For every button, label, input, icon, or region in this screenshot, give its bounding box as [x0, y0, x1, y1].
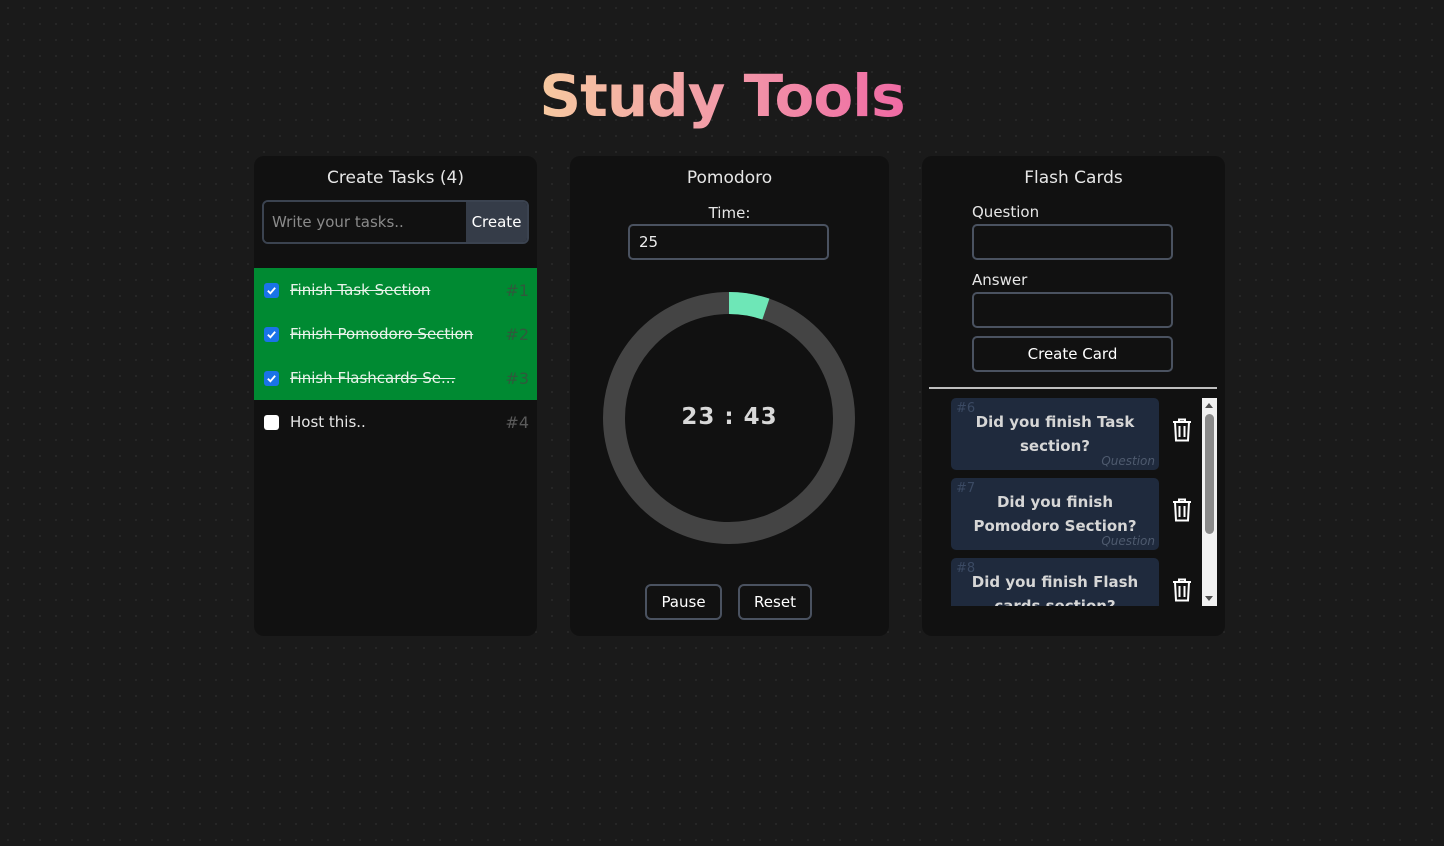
task-number: #1 [505, 280, 529, 300]
time-label: Time: [708, 204, 751, 222]
trash-icon[interactable] [1172, 578, 1192, 602]
task-checkbox[interactable] [264, 326, 279, 342]
card-type: Question [1101, 534, 1155, 548]
reset-button[interactable]: Reset [738, 584, 812, 620]
pomodoro-panel: Pomodoro Time: 23 : 43 Pause Reset [570, 156, 889, 636]
flash-card[interactable]: #7 Did you finish Pomodoro Section? Ques… [951, 478, 1159, 550]
divider [929, 387, 1217, 389]
task-text: Host this.. [290, 413, 366, 431]
trash-icon[interactable] [1172, 418, 1192, 442]
create-card-button[interactable]: Create Card [972, 336, 1173, 372]
question-label: Question [972, 203, 1040, 221]
flashcards-heading: Flash Cards [1024, 168, 1123, 188]
create-task-button[interactable]: Create [466, 202, 527, 242]
scroll-up-arrow-icon[interactable] [1205, 403, 1213, 408]
card-list: #6 Did you finish Task section? Question… [951, 398, 1211, 606]
page-title: Study Tools [539, 62, 905, 130]
task-form: Create [262, 200, 529, 244]
question-input[interactable] [972, 224, 1173, 260]
card-question: Did you finish Pomodoro Section? [973, 493, 1137, 535]
card-list-scrollbar[interactable] [1202, 398, 1217, 606]
task-list: Finish Task Section #1 Finish Pomodoro S… [254, 268, 537, 444]
answer-input[interactable] [972, 292, 1173, 328]
task-text: Finish Task Section [290, 281, 431, 299]
time-input[interactable] [628, 224, 829, 260]
task-number: #2 [505, 324, 529, 344]
task-item: Finish Pomodoro Section #2 [254, 312, 537, 356]
task-number: #3 [505, 368, 529, 388]
task-checkbox[interactable] [264, 414, 279, 430]
pause-button[interactable]: Pause [645, 584, 722, 620]
task-item: Host this.. #4 [254, 400, 537, 444]
task-text: Finish Flashcards Se... [290, 369, 456, 387]
scroll-thumb[interactable] [1205, 414, 1214, 534]
flash-card[interactable]: #8 Did you finish Flash cards section? Q… [951, 558, 1159, 606]
tasks-heading: Create Tasks (4) [327, 168, 464, 188]
task-item: Finish Task Section #1 [254, 268, 537, 312]
timer-display: 23 : 43 [681, 404, 778, 430]
task-item: Finish Flashcards Se... #3 [254, 356, 537, 400]
trash-icon[interactable] [1172, 498, 1192, 522]
task-checkbox[interactable] [264, 370, 279, 386]
answer-label: Answer [972, 271, 1028, 289]
task-checkbox[interactable] [264, 282, 279, 298]
card-row: #8 Did you finish Flash cards section? Q… [951, 558, 1211, 606]
flashcards-panel: Flash Cards Question Answer Create Card … [922, 156, 1225, 636]
task-number: #4 [505, 412, 529, 432]
tasks-panel: Create Tasks (4) Create Finish Task Sect… [254, 156, 537, 636]
task-input[interactable] [264, 202, 466, 242]
task-text: Finish Pomodoro Section [290, 325, 474, 343]
card-row: #7 Did you finish Pomodoro Section? Ques… [951, 478, 1211, 550]
flash-card[interactable]: #6 Did you finish Task section? Question [951, 398, 1159, 470]
card-question: Did you finish Task section? [975, 413, 1135, 455]
pomodoro-heading: Pomodoro [686, 168, 773, 188]
scroll-down-arrow-icon[interactable] [1205, 596, 1213, 601]
card-row: #6 Did you finish Task section? Question [951, 398, 1211, 470]
card-question: Did you finish Flash cards section? [971, 573, 1139, 606]
card-type: Question [1101, 454, 1155, 468]
